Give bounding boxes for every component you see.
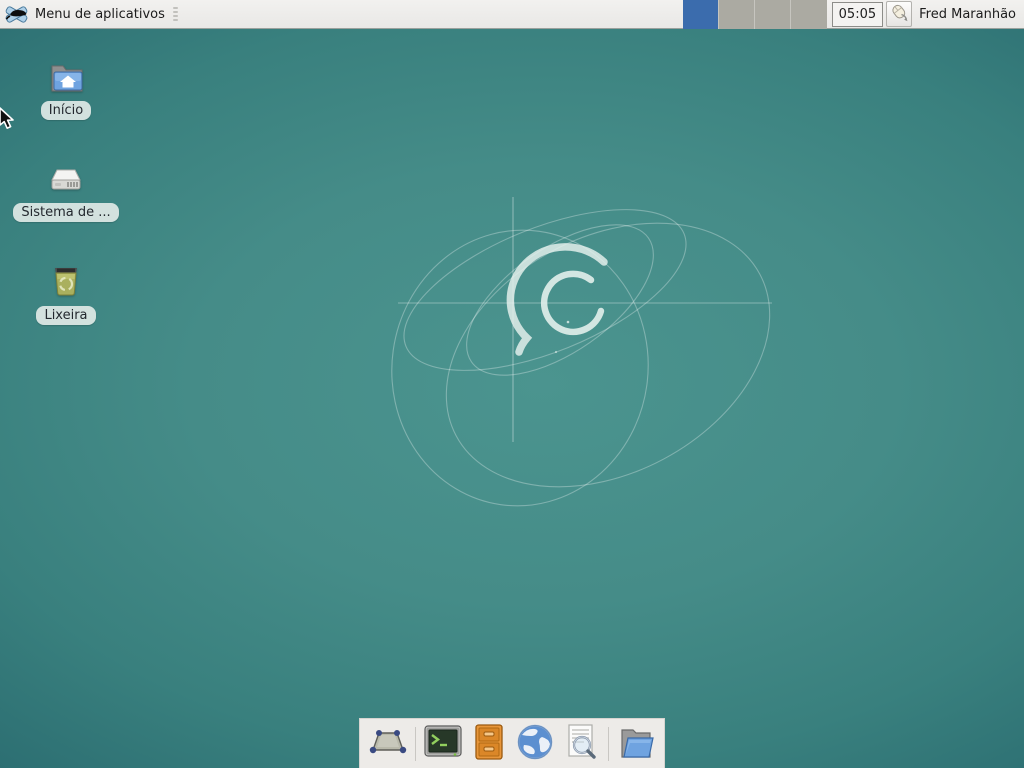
file-cabinet-launcher[interactable] xyxy=(467,722,511,766)
workspace-4[interactable] xyxy=(791,0,827,29)
mouse-settings-button[interactable] xyxy=(886,1,912,27)
home-folder-icon xyxy=(46,55,86,95)
desktop-icon-filesystem[interactable]: Sistema de ... xyxy=(11,157,121,222)
application-finder-launcher[interactable] xyxy=(559,722,603,766)
show-desktop-icon xyxy=(368,726,408,762)
workspace-switcher[interactable] xyxy=(683,0,827,29)
file-manager-icon xyxy=(616,725,656,763)
logged-in-user-name[interactable]: Fred Maranhão xyxy=(919,6,1016,22)
file-cabinet-icon xyxy=(471,723,507,765)
applications-menu-button[interactable]: Menu de aplicativos xyxy=(0,0,180,28)
document-search-icon xyxy=(562,723,600,765)
dock-separator xyxy=(415,727,416,761)
terminal-launcher[interactable] xyxy=(421,722,465,766)
desktop-wallpaper xyxy=(0,0,1024,768)
web-browser-launcher[interactable] xyxy=(513,722,557,766)
mouse-cursor xyxy=(0,107,17,135)
applications-menu-label: Menu de aplicativos xyxy=(35,6,165,22)
desktop-icon-label: Sistema de ... xyxy=(13,203,118,222)
file-manager-launcher[interactable] xyxy=(614,722,658,766)
web-browser-icon xyxy=(516,723,554,765)
desktop-icon-trash[interactable]: Lixeira xyxy=(11,260,121,325)
bottom-dock-panel xyxy=(359,718,665,768)
clock[interactable]: 05:05 xyxy=(832,2,883,27)
workspace-3[interactable] xyxy=(755,0,791,29)
filesystem-drive-icon xyxy=(46,157,86,197)
terminal-icon xyxy=(423,724,463,764)
xfce-mouse-logo-icon xyxy=(4,4,29,25)
workspace-1[interactable] xyxy=(683,0,719,29)
desktop-icon-home[interactable]: Início xyxy=(11,55,121,120)
workspace-2[interactable] xyxy=(719,0,755,29)
panel-grip-handle[interactable] xyxy=(173,6,180,22)
show-desktop-button[interactable] xyxy=(366,722,410,766)
debian-swirl xyxy=(510,247,604,353)
dock-separator xyxy=(608,727,609,761)
desktop-icon-label: Início xyxy=(41,101,91,120)
desktop-icon-label: Lixeira xyxy=(36,306,95,325)
mouse-device-icon xyxy=(889,2,909,26)
trash-can-icon xyxy=(47,260,85,300)
wallpaper-line-art xyxy=(0,0,1024,768)
top-panel: Menu de aplicativos 05:05 xyxy=(0,0,1024,29)
